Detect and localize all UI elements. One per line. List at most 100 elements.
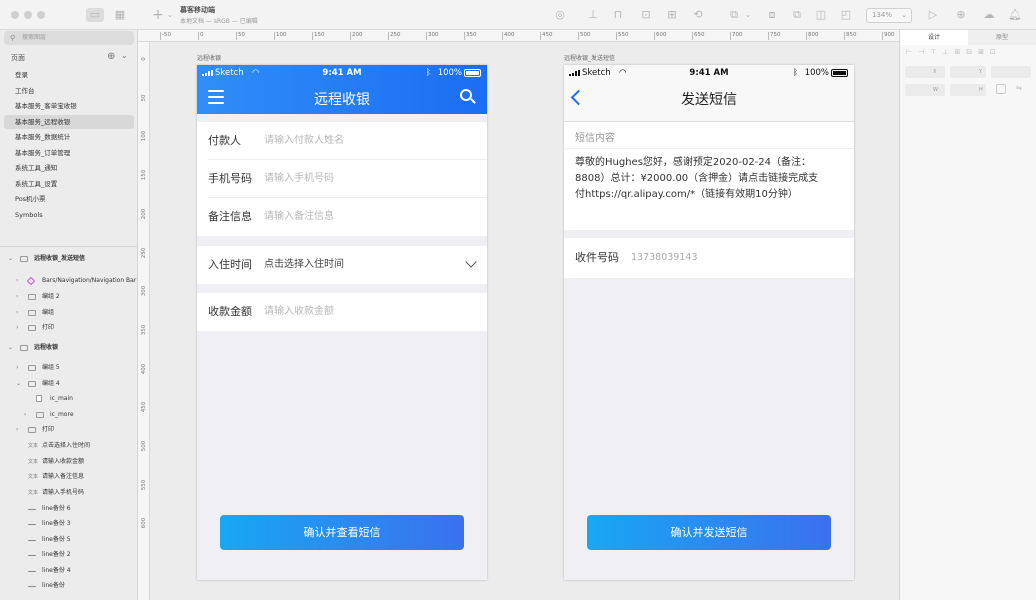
- layer-item[interactable]: › 编组 2: [4, 290, 134, 304]
- layer-item[interactable]: ic_main: [4, 392, 134, 406]
- mask-icon[interactable]: ⊓: [610, 8, 626, 22]
- payer-name-input[interactable]: 请输入付款人姓名: [264, 122, 344, 160]
- ruler-tick-label: 100: [141, 131, 147, 142]
- amount-input[interactable]: 请输入收款金额: [264, 293, 334, 331]
- chevron-down-icon[interactable]: ⌄: [121, 51, 128, 60]
- page-item[interactable]: 系统工具_设置: [4, 177, 134, 191]
- artboard-label-send-sms[interactable]: 远程收银_发送短信: [564, 53, 615, 62]
- layer-item[interactable]: › 打印: [4, 321, 134, 335]
- layer-item[interactable]: 文本 请输入手机号码: [4, 486, 134, 500]
- chevron-right-icon[interactable]: ›: [16, 361, 18, 375]
- layer-label: 点击选择入住时间: [42, 442, 91, 449]
- search-icon[interactable]: [460, 89, 476, 104]
- chevron-right-icon[interactable]: ›: [16, 306, 18, 320]
- play-icon[interactable]: ▷: [925, 8, 941, 22]
- zoom-window-button[interactable]: [37, 11, 45, 19]
- share-icon[interactable]: ⊕: [953, 8, 969, 22]
- confirm-send-sms-button[interactable]: 确认并发送短信: [587, 515, 831, 550]
- layer-item[interactable]: 文本 点击选择入住时间: [4, 439, 134, 453]
- page-item[interactable]: 基本服务_数据统计: [4, 130, 134, 144]
- chevron-down-icon[interactable]: [465, 256, 477, 268]
- tab-design[interactable]: 设计: [900, 30, 968, 45]
- crop-chevron-icon[interactable]: ⌄: [740, 8, 756, 22]
- layer-item[interactable]: › 编组: [4, 306, 134, 320]
- grid-view-icon[interactable]: ▦: [112, 8, 128, 22]
- recipient-row[interactable]: 收件号码 13738039143: [564, 238, 854, 278]
- rotate-icon[interactable]: ⟲: [690, 8, 706, 22]
- layer-item[interactable]: › 打印: [4, 423, 134, 437]
- zoom-select[interactable]: 134% ⌄: [866, 8, 912, 23]
- chevron-right-icon[interactable]: ›: [16, 423, 18, 437]
- close-window-button[interactable]: [11, 11, 19, 19]
- insert-chevron-icon[interactable]: ⌄: [162, 8, 178, 22]
- chevron-down-icon[interactable]: ⌄: [8, 341, 13, 355]
- page-item[interactable]: 基本服务_远程收银: [4, 114, 134, 129]
- alignment-toolbar[interactable]: ⊢⊣⊤⊥⊞⊟⊠⊡: [906, 48, 1032, 60]
- chevron-right-icon[interactable]: ›: [16, 274, 18, 288]
- chevron-down-icon[interactable]: ⌄: [8, 252, 13, 266]
- checkin-row[interactable]: 入住时间 点击选择入住时间: [197, 246, 487, 284]
- align-icon[interactable]: ⊥: [585, 8, 601, 22]
- layer-item[interactable]: 文本 请输入备注信息: [4, 470, 134, 484]
- layer-item[interactable]: ⌄ 远程收银: [4, 341, 134, 355]
- layer-item[interactable]: › Bars/Navigation/Navigation Bar: [4, 274, 136, 288]
- page-item[interactable]: 工作台: [4, 84, 134, 98]
- layer-item[interactable]: line备份: [4, 579, 134, 593]
- layer-item[interactable]: line备份 6: [4, 502, 134, 516]
- width-field[interactable]: [905, 84, 945, 96]
- x-field[interactable]: [905, 66, 945, 78]
- subtract-icon[interactable]: ◫: [813, 8, 829, 22]
- payer-name-row[interactable]: 付款人 请输入付款人姓名: [197, 122, 487, 160]
- page-item[interactable]: 登录: [4, 68, 134, 82]
- rotation-field[interactable]: [991, 66, 1031, 78]
- layer-item[interactable]: line备份 2: [4, 548, 134, 562]
- page-item[interactable]: 基本服务_客单宝收银: [4, 99, 134, 113]
- add-page-icon[interactable]: ⊕: [107, 51, 115, 62]
- artboard-remote-checkout[interactable]: Sketch ◠ 9:41 AM ᛒ 100% 远程收银 付款人 请输入付款人姓…: [197, 65, 487, 580]
- union-icon[interactable]: ⧉: [789, 8, 805, 22]
- chevron-right-icon[interactable]: ›: [16, 321, 18, 335]
- layer-item[interactable]: line备份 5: [4, 533, 134, 547]
- lock-ratio-checkbox[interactable]: [996, 84, 1006, 94]
- sms-message-text[interactable]: 尊敬的Hughes您好，感谢预定2020-02-24（备注： 8808）总计：¥…: [575, 155, 840, 203]
- layer-label: 远程收银: [34, 344, 59, 351]
- component-icon[interactable]: ◎: [552, 8, 568, 22]
- group-icon[interactable]: ⧈: [764, 8, 780, 22]
- chevron-down-icon[interactable]: ⌄: [16, 377, 21, 391]
- confirm-view-sms-button[interactable]: 确认并查看短信: [220, 515, 464, 550]
- layer-item[interactable]: ⌄ 编组 4: [4, 377, 134, 391]
- flip-icon[interactable]: ⇋: [1016, 84, 1022, 92]
- minimize-window-button[interactable]: [24, 11, 32, 19]
- flatten-icon[interactable]: ⊞: [664, 8, 680, 22]
- notification-icon[interactable]: 🔔︎: [1007, 8, 1023, 22]
- sidebar-toggle-icon[interactable]: ▭: [86, 8, 104, 22]
- chevron-right-icon[interactable]: ›: [24, 408, 26, 422]
- intersect-icon[interactable]: ◰: [838, 8, 854, 22]
- layer-item[interactable]: line备份 4: [4, 564, 134, 578]
- scale-icon[interactable]: ⊡: [638, 8, 654, 22]
- checkin-select[interactable]: 点击选择入住时间: [264, 246, 344, 284]
- layer-item[interactable]: line备份 3: [4, 517, 134, 531]
- cloud-icon[interactable]: ☁: [981, 8, 997, 22]
- tab-prototype[interactable]: 原型: [968, 30, 1036, 45]
- chevron-right-icon[interactable]: ›: [16, 290, 18, 304]
- remark-input[interactable]: 请输入备注信息: [264, 198, 334, 236]
- layer-item[interactable]: ⌄ 远程收银_发送短信: [4, 252, 134, 266]
- artboard-send-sms[interactable]: Sketch ◠ 9:41 AM ᛒ 100% 发送短信 短信内容 尊敬的Hug…: [564, 65, 854, 580]
- phone-input[interactable]: 请输入手机号码: [264, 160, 334, 198]
- page-item[interactable]: Symbols: [4, 208, 134, 222]
- layer-item[interactable]: › 编组 5: [4, 361, 134, 375]
- layer-label: line备份 4: [42, 567, 71, 574]
- page-item[interactable]: 基本服务_订单管理: [4, 146, 134, 160]
- amount-row[interactable]: 收款金额 请输入收款金额: [197, 293, 487, 331]
- phone-row[interactable]: 手机号码 请输入手机号码: [197, 160, 487, 198]
- artboard-label-remote-checkout[interactable]: 远程收银: [197, 53, 221, 62]
- layer-item[interactable]: › ic_more: [4, 408, 134, 422]
- canvas[interactable]: 远程收银 Sketch ◠ 9:41 AM ᛒ 100% 远程收银 付款人 请输…: [151, 43, 899, 600]
- recipient-number[interactable]: 13738039143: [631, 238, 698, 278]
- search-layers-input[interactable]: ⚲ 搜索图层: [4, 31, 134, 45]
- page-item[interactable]: 系统工具_通知: [4, 161, 134, 175]
- layer-item[interactable]: 文本 请输入收款金额: [4, 455, 134, 469]
- remark-row[interactable]: 备注信息 请输入备注信息: [197, 198, 487, 236]
- page-item[interactable]: Pos机小票: [4, 192, 134, 206]
